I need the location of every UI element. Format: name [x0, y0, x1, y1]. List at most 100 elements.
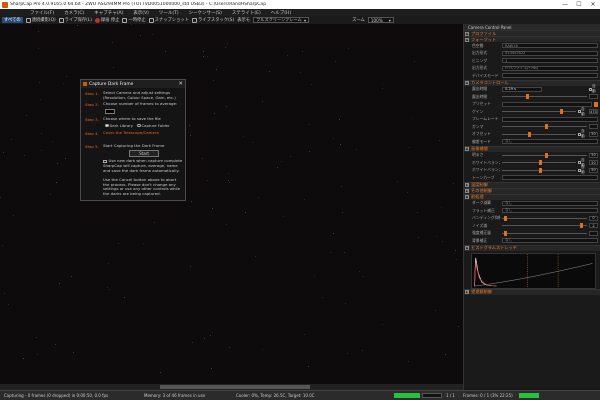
wb-blue-slider[interactable] [502, 167, 576, 173]
section-histogram[interactable]: − ヒストグラムストレッチ [464, 244, 600, 251]
format-value[interactable]: 1 [502, 58, 598, 64]
noise-pixel [414, 61, 416, 63]
scrollbar-thumb[interactable] [160, 385, 310, 389]
exposure-value[interactable]: 0.29 s [502, 86, 542, 92]
auto-checkbox[interactable]: 自動 [578, 129, 587, 139]
dark-subtract-value[interactable]: なし [502, 200, 598, 206]
noise-pixel [333, 233, 334, 235]
exposure-number[interactable] [589, 94, 598, 100]
menu-camera[interactable]: カメラ(C) [64, 10, 84, 16]
toolbar-all-button[interactable]: すべての [2, 17, 23, 23]
capture-folder-radio[interactable]: Capture Folder [137, 123, 170, 128]
brightness-value[interactable]: 50 [589, 152, 598, 158]
format-value[interactable]: 4144x2822 [502, 50, 598, 56]
noise-pixel [3, 152, 5, 154]
slider-knob[interactable] [544, 152, 548, 158]
camera-icon [25, 17, 31, 23]
exposure-row: 露出時間 0.29 s 自動 [464, 84, 600, 94]
dark-library-radio[interactable]: Dark Library [105, 123, 133, 128]
slider-knob[interactable] [503, 215, 507, 221]
menu-view[interactable]: 表示(V) [133, 10, 149, 16]
gain-value[interactable]: 470 [589, 109, 598, 115]
preset-save-button[interactable] [594, 101, 598, 107]
frames-count-input[interactable] [105, 109, 115, 114]
gamma-value[interactable] [589, 124, 598, 130]
framerate-select[interactable] [502, 116, 598, 122]
tone-curve-select[interactable] [502, 175, 598, 181]
capture-folder-label: Capture Folder [141, 123, 170, 128]
menu-sequencer[interactable]: シーケンサー(S) [189, 10, 222, 16]
image-viewport[interactable] [0, 24, 463, 384]
format-value[interactable] [502, 73, 598, 79]
toolbar: すべての 連続撮影(Q) ライブ保存(L) 録画 停止 一時停止 スナップショッ… [0, 16, 600, 24]
live-save-button[interactable]: ライブ保存(L) [58, 17, 92, 23]
slider-knob[interactable] [580, 223, 584, 229]
mode-value[interactable]: なし [502, 139, 598, 145]
format-row: 色空間 RAW16 [464, 42, 600, 50]
view-mode-select[interactable]: フルスクリーンフレーム ▾ [253, 17, 310, 23]
intensity-label: 強度補正量 [472, 230, 491, 236]
exposure-slider[interactable] [502, 94, 587, 100]
snapshot-button[interactable]: スナップショット [148, 17, 189, 23]
menu-tools[interactable]: ツール(T) [159, 10, 179, 16]
window-title: SharpCap Pro 4.0.9165.0 64 bit - ZWO ASI… [10, 2, 267, 7]
banding-value[interactable]: 0 [589, 215, 598, 221]
step-4-text: Cover the Telescope/Camera [103, 130, 159, 135]
wb-blue-value[interactable]: 50 [589, 167, 598, 173]
gamma-slider[interactable] [502, 124, 587, 130]
zoom-select[interactable]: 100% ▾ [367, 17, 394, 23]
dialog-title: Capture Dark Frame [89, 81, 134, 87]
chevron-down-icon: ▾ [303, 17, 307, 23]
noise-pixel [108, 288, 110, 290]
capturing-status: Capturing - 0 frames (0 dropped) in 0:00… [4, 393, 109, 398]
maximize-button[interactable]: ☐ [572, 0, 586, 9]
auto-checkbox[interactable]: 自動 [589, 84, 598, 94]
chevron-down-icon: ▾ [388, 17, 391, 23]
noise-pixel [228, 181, 230, 183]
banding-slider[interactable] [502, 215, 587, 221]
brightness-slider[interactable] [502, 152, 587, 158]
cooler-status: Cooler: 0%, Temp: 26.5C, Target: 10.0C [236, 393, 315, 398]
start-button[interactable]: Start [129, 150, 159, 157]
noise-pixel [255, 256, 257, 258]
offset-slider[interactable] [502, 131, 576, 137]
slider-knob[interactable] [503, 230, 507, 236]
noise-pixel [381, 87, 383, 89]
format-value[interactable]: RAW16 [502, 43, 598, 49]
auto-checkbox[interactable]: 自動 [578, 165, 587, 175]
slider-knob[interactable] [525, 94, 529, 100]
menu-file[interactable]: ファイル(F) [30, 10, 54, 16]
close-button[interactable]: ✕ [586, 0, 600, 9]
slider-knob[interactable] [544, 124, 548, 130]
slider-knob[interactable] [527, 131, 531, 137]
wb-red-value[interactable]: 50 [589, 160, 598, 166]
noise-pixel [37, 31, 39, 33]
noise-pixel [39, 98, 41, 100]
offset-value[interactable]: 50 [589, 131, 598, 137]
format-value[interactable]: FITSファイル(*.fits) [502, 65, 598, 71]
slider-knob[interactable] [539, 167, 542, 173]
noise-slider[interactable] [502, 223, 587, 229]
menu-capture[interactable]: キャプチャ(A) [94, 10, 123, 16]
intensity-value[interactable] [589, 230, 598, 236]
slider-knob[interactable] [559, 109, 563, 115]
noise-pixel [348, 47, 350, 49]
histogram-display[interactable] [471, 252, 596, 289]
dialog-close-button[interactable]: ✕ [178, 81, 183, 87]
flat-correct-value[interactable]: なし [502, 208, 598, 214]
live-stack-button[interactable]: ライブスタック(S) [192, 17, 234, 23]
menu-scripting[interactable]: ステライト(E) [232, 10, 261, 16]
auto-checkbox[interactable]: 自動 [578, 107, 587, 117]
slider-knob[interactable] [539, 160, 542, 166]
record-stop-button[interactable]: 録画 停止 [94, 17, 119, 23]
gain-slider[interactable] [502, 109, 576, 115]
minimize-button[interactable]: — [558, 0, 572, 9]
menu-help[interactable]: ヘルプ(H) [271, 10, 291, 16]
wb-red-slider[interactable] [502, 160, 576, 166]
noise-pixel [58, 283, 60, 285]
background-value[interactable]: なし [502, 238, 598, 244]
pause-button[interactable]: 一時停止 [122, 17, 146, 23]
continuous-capture-button[interactable]: 連続撮影(Q) [25, 17, 56, 23]
intensity-slider[interactable] [502, 230, 587, 236]
noise-value[interactable]: 2 [589, 223, 598, 229]
